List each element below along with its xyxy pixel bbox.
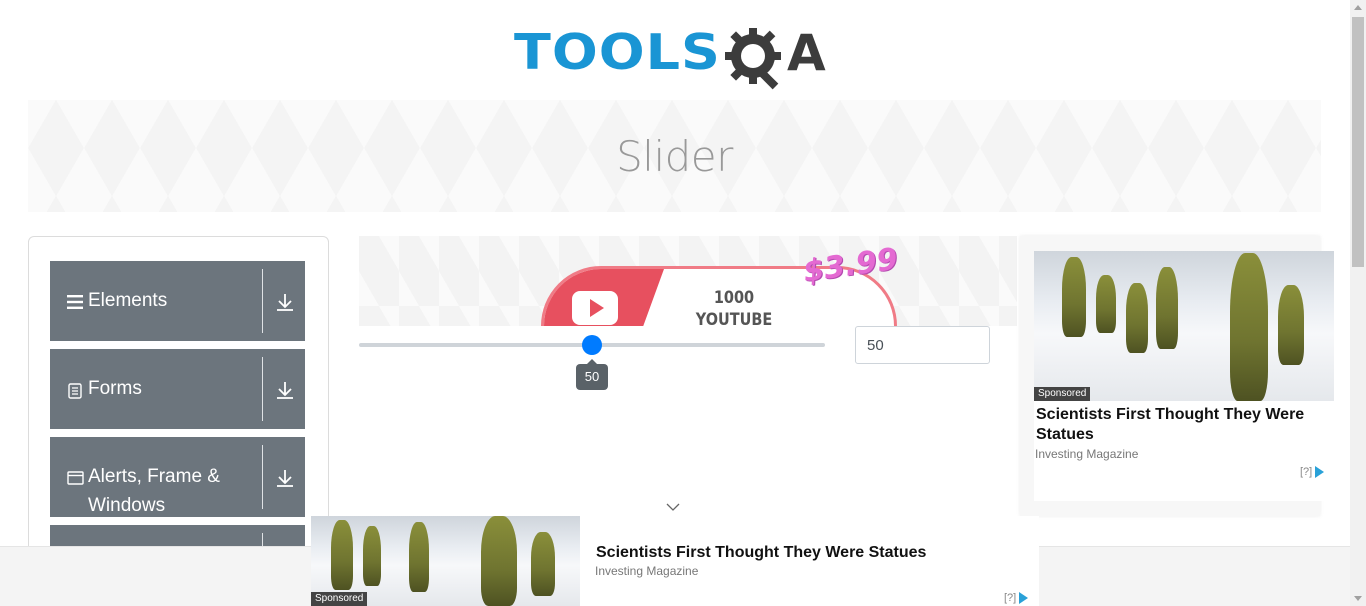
group-label-elements: Elements <box>88 290 168 311</box>
adchoices-icon <box>1019 592 1029 604</box>
ad-image[interactable] <box>1034 251 1334 401</box>
ad-choices-text: [?] <box>1004 592 1017 604</box>
statue-figure <box>481 516 517 606</box>
group-label-alerts-line1: Alerts, Frame & <box>88 466 220 487</box>
sidebar-group-alerts[interactable]: Alerts, Frame & Windows <box>50 437 305 517</box>
statue-figure <box>1156 267 1178 349</box>
document-icon <box>66 383 84 399</box>
statue-figure <box>1096 275 1116 333</box>
group-header-alerts[interactable]: Alerts, Frame & Windows <box>50 437 305 517</box>
statue-figure <box>1278 285 1304 365</box>
promo-line1: 1000 <box>713 288 755 308</box>
promo-text: 1000 YOUTUBE VIEWS <box>683 287 785 326</box>
sidebar-group-elements[interactable]: Elements <box>50 261 305 341</box>
ad-source[interactable]: Investing Magazine <box>595 564 698 578</box>
sidebar-group-forms[interactable]: Forms <box>50 349 305 429</box>
bottom-advertisement[interactable]: Sponsored Scientists First Thought They … <box>311 516 1039 606</box>
browser-window-icon <box>66 471 84 485</box>
ad-headline[interactable]: Scientists First Thought They Were Statu… <box>1036 405 1326 445</box>
ad-headline[interactable]: Scientists First Thought They Were Statu… <box>596 543 926 563</box>
ad-card[interactable]: Sponsored Scientists First Thought They … <box>1034 251 1334 501</box>
play-triangle <box>589 299 604 317</box>
range-slider-thumb[interactable] <box>582 335 602 355</box>
sponsored-label: Sponsored <box>1034 387 1091 401</box>
scrollbar-thumb[interactable] <box>1352 17 1364 267</box>
download-arrow-icon[interactable] <box>274 379 296 401</box>
download-arrow-icon[interactable] <box>274 467 296 489</box>
promo-line2: YOUTUBE VIEWS <box>695 310 773 326</box>
sponsored-label: Sponsored <box>311 592 368 606</box>
statue-figure <box>363 526 381 586</box>
divider <box>262 269 263 333</box>
youtube-play-icon <box>572 291 618 325</box>
group-label-alerts-line2: Windows <box>88 495 166 516</box>
statue-figure <box>1126 283 1148 353</box>
logo-a-text: A <box>786 24 826 82</box>
sidebar: Elements Forms Alerts, Frame & Windows <box>28 236 329 566</box>
page-banner: Slider <box>28 100 1321 212</box>
ad-choices-text: [?] <box>1300 466 1313 478</box>
group-label-forms: Forms <box>88 378 142 399</box>
download-arrow-icon[interactable] <box>274 291 296 313</box>
slider-value-input[interactable] <box>855 326 990 364</box>
statue-figure <box>409 522 429 592</box>
scroll-down-arrow-icon[interactable] <box>1354 596 1362 601</box>
group-label-alerts: Alerts, Frame & Windows <box>88 462 248 520</box>
statue-figure <box>331 520 353 590</box>
scroll-up-arrow-icon[interactable] <box>1354 5 1362 10</box>
statue-figure <box>1062 257 1086 337</box>
chevron-down-icon[interactable] <box>664 500 682 514</box>
statue-figure <box>531 532 555 596</box>
promo-banner[interactable]: 1000YOUTUBE VIEWS $3.99 <box>359 236 1017 326</box>
logo-tools-text: TOOLS <box>514 24 721 81</box>
range-slider-tooltip: 50 <box>576 359 608 390</box>
statue-figure <box>1230 253 1268 401</box>
ad-choices-button[interactable]: [?] <box>1004 592 1029 604</box>
toolsqa-logo[interactable]: TOOLS A <box>514 16 838 90</box>
divider <box>262 357 263 421</box>
ad-source[interactable]: Investing Magazine <box>1035 447 1138 461</box>
gear-magnifier-icon <box>723 20 789 90</box>
group-header-elements[interactable]: Elements <box>50 261 305 341</box>
right-advertisement[interactable]: Sponsored Scientists First Thought They … <box>1020 236 1334 516</box>
page-title: Slider <box>616 131 733 181</box>
divider <box>262 445 263 509</box>
group-header-forms[interactable]: Forms <box>50 349 305 429</box>
adchoices-icon <box>1315 466 1325 478</box>
page-scrollbar[interactable] <box>1350 0 1366 606</box>
hamburger-icon <box>66 295 84 309</box>
ad-choices-button[interactable]: [?] <box>1300 466 1325 478</box>
